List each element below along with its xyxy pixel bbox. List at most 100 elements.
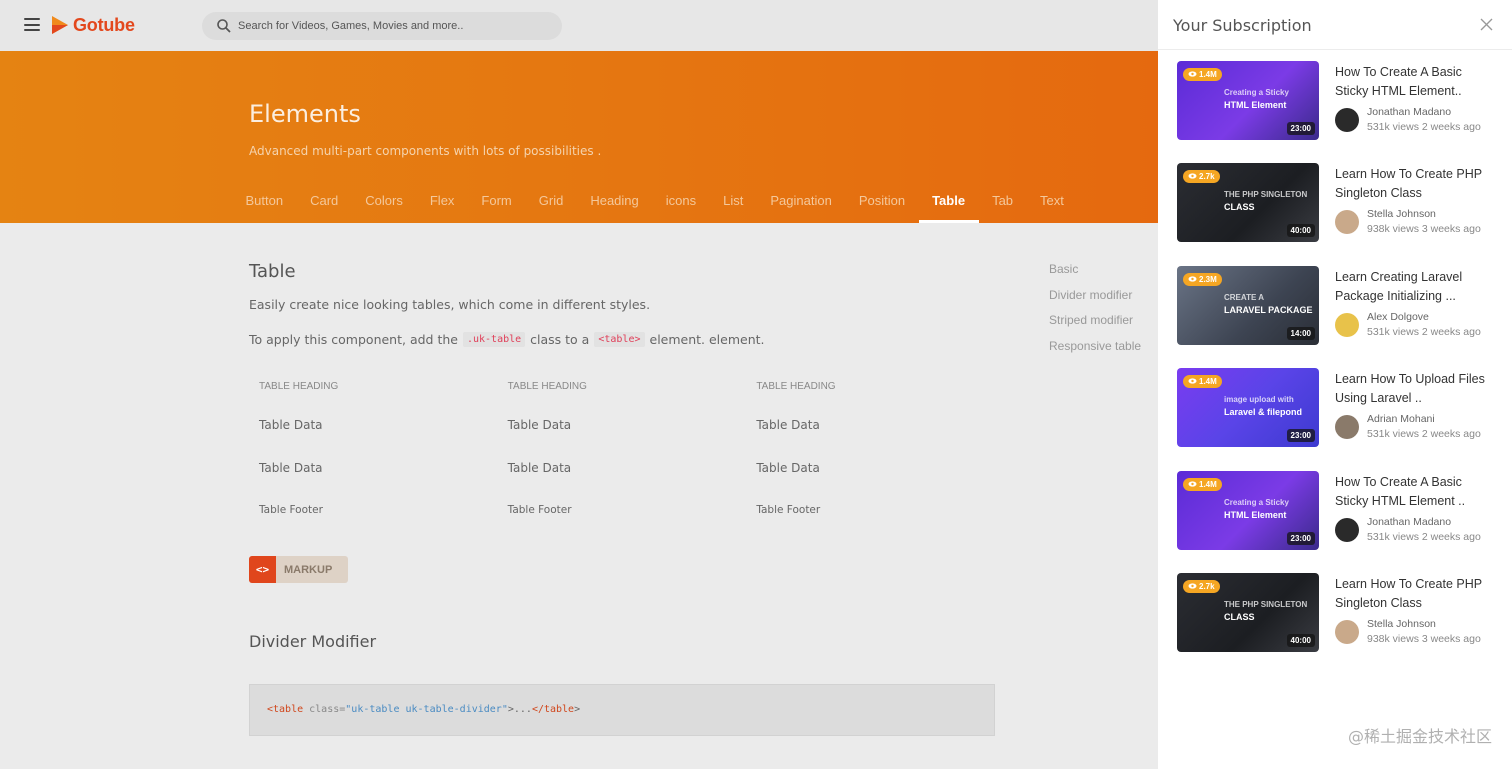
hero-banner: Elements Advanced multi-part components … (0, 51, 1158, 223)
video-thumbnail[interactable]: 2.7k THE PHP SINGLETON CLASS 40:00 (1177, 163, 1319, 243)
avatar[interactable] (1335, 108, 1359, 132)
close-icon[interactable] (1480, 18, 1493, 31)
table-footer-cell: Table Footer (259, 503, 323, 516)
table-footer-cell: Table Footer (756, 503, 821, 516)
tab-flex[interactable]: Flex (416, 185, 468, 223)
video-card[interactable]: 2.3M CREATE A LARAVEL PACKAGE 14:00 Learn Cr… (1177, 265, 1497, 346)
instruction-text: class to a (530, 332, 590, 347)
views-badge: 2.3M (1183, 272, 1222, 286)
views-badge: 2.7k (1183, 170, 1220, 184)
search-bar (202, 12, 562, 40)
author-name[interactable]: Alex Dolgove (1367, 311, 1429, 323)
author-name[interactable]: Stella Johnson (1367, 618, 1436, 630)
video-title[interactable]: How To Create A Basic Sticky HTML Elemen… (1335, 63, 1495, 101)
logo[interactable]: Gotube (50, 14, 135, 36)
video-author: Adrian Mohani 531k views 2 weeks ago (1335, 413, 1495, 447)
video-card[interactable]: 1.4M image upload with Laravel & filepond 2… (1177, 368, 1497, 448)
tab-tab[interactable]: Tab (979, 185, 1027, 223)
tab-text[interactable]: Text (1027, 185, 1078, 223)
brand-name: Gotube (73, 14, 135, 35)
video-card[interactable]: 2.7k THE PHP SINGLETON CLASS 40:00 Learn How… (1177, 163, 1497, 243)
toc-link[interactable]: Striped modifier (1049, 313, 1141, 339)
video-meta: 531k views 2 weeks ago (1367, 530, 1481, 543)
video-thumbnail[interactable]: 1.4M image upload with Laravel & filepond 2… (1177, 368, 1319, 448)
video-author: Alex Dolgove 531k views 2 weeks ago (1335, 311, 1495, 345)
thumbnail-caption: HTML Element (1224, 509, 1287, 520)
eye-icon (1188, 172, 1197, 181)
video-meta: 938k views 3 weeks ago (1367, 633, 1481, 645)
video-info: Learn How To Create PHP Singleton Class S… (1335, 165, 1495, 242)
duration-badge: 40:00 (1286, 224, 1315, 238)
panel-title: Your Subscription (1173, 16, 1312, 35)
section-title-divider: Divider Modifier (249, 632, 377, 651)
markup-label: MARKUP (284, 563, 333, 576)
video-info: Learn How To Create PHP Singleton Class S… (1335, 575, 1495, 652)
thumbnail-caption: CLASS (1224, 612, 1255, 622)
toc-link[interactable]: Divider modifier (1049, 288, 1141, 314)
avatar[interactable] (1335, 517, 1359, 542)
table-cell: Table Data (507, 417, 572, 432)
toc-link[interactable]: Responsive table (1049, 339, 1141, 365)
tab-table[interactable]: Table (918, 185, 979, 223)
code-icon: <> (249, 556, 276, 583)
duration-badge: 14:00 (1286, 326, 1315, 340)
hamburger-menu-icon[interactable] (24, 18, 40, 31)
tab-icons[interactable]: icons (652, 185, 709, 223)
video-info: How To Create A Basic Sticky HTML Elemen… (1335, 473, 1495, 550)
video-meta: 531k views 2 weeks ago (1367, 121, 1481, 133)
avatar[interactable] (1335, 312, 1359, 337)
video-thumbnail[interactable]: 2.7k THE PHP SINGLETON CLASS 40:00 (1177, 573, 1319, 652)
thumbnail-caption: CREATE A (1224, 292, 1264, 302)
eye-icon (1188, 275, 1197, 284)
author-name[interactable]: Jonathan Madano (1367, 516, 1451, 528)
views-badge: 1.4M (1183, 477, 1222, 491)
tab-list[interactable]: List (710, 185, 757, 223)
video-card[interactable]: 1.4M Creating a Sticky HTML Element 23:00 Ho… (1177, 61, 1497, 141)
section-instructions: To apply this component, add the .uk-tab… (249, 332, 765, 347)
tab-card[interactable]: Card (297, 185, 352, 223)
table-cell: Table Data (259, 460, 323, 475)
video-title[interactable]: Learn How To Create PHP Singleton Class (1335, 165, 1495, 203)
avatar[interactable] (1335, 415, 1359, 440)
video-thumbnail[interactable]: 1.4M Creating a Sticky HTML Element 23:00 (1177, 470, 1319, 550)
eye-icon (1188, 480, 1197, 489)
video-thumbnail[interactable]: 1.4M Creating a Sticky HTML Element 23:00 (1177, 61, 1319, 140)
markup-button[interactable]: <> MARKUP (249, 556, 348, 583)
section-title: Table (249, 261, 296, 282)
tab-form[interactable]: Form (468, 185, 525, 223)
table-cell: Table Data (756, 417, 820, 432)
video-card[interactable]: 1.4M Creating a Sticky HTML Element 23:00 Ho… (1177, 470, 1497, 551)
avatar[interactable] (1335, 210, 1359, 235)
video-title[interactable]: How To Create A Basic Sticky HTML Elemen… (1335, 473, 1495, 511)
toc-link[interactable]: Basic (1049, 262, 1141, 288)
video-title[interactable]: Learn How To Create PHP Singleton Class (1335, 575, 1495, 613)
watermark-text: @稀土掘金技术社区 (1347, 727, 1492, 746)
table-heading: TABLE HEADING (259, 380, 339, 392)
tab-heading[interactable]: Heading (577, 185, 652, 223)
search-icon[interactable] (216, 18, 232, 34)
video-meta: 531k views 2 weeks ago (1367, 325, 1481, 338)
video-title[interactable]: Learn Creating Laravel Package Initializ… (1335, 268, 1495, 306)
thumbnail-caption: Laravel & filepond (1224, 407, 1303, 418)
subscription-panel: Your Subscription 1.4M Creating a Sticky H… (1158, 0, 1512, 769)
tab-colors[interactable]: Colors (352, 185, 417, 223)
author-name[interactable]: Adrian Mohani (1367, 413, 1435, 425)
tab-grid[interactable]: Grid (525, 185, 577, 223)
avatar[interactable] (1335, 620, 1359, 644)
video-thumbnail[interactable]: 2.3M CREATE A LARAVEL PACKAGE 14:00 (1177, 265, 1319, 345)
video-card[interactable]: 2.7k THE PHP SINGLETON CLASS 40:00 Learn How… (1177, 573, 1497, 653)
video-title[interactable]: Learn How To Upload Files Using Laravel … (1335, 370, 1495, 408)
views-count: 1.4M (1199, 377, 1217, 387)
author-name[interactable]: Stella Johnson (1367, 208, 1436, 220)
search-input[interactable] (238, 12, 538, 40)
tab-position[interactable]: Position (845, 185, 918, 223)
tab-pagination[interactable]: Pagination (757, 185, 845, 223)
video-info: Learn Creating Laravel Package Initializ… (1335, 268, 1495, 345)
play-logo-icon (52, 16, 68, 34)
table-heading: TABLE HEADING (507, 380, 587, 392)
video-author: Jonathan Madano 531k views 2 weeks ago (1335, 106, 1495, 140)
tab-button[interactable]: Button (232, 185, 297, 223)
inline-code: <table> (594, 332, 645, 347)
author-name[interactable]: Jonathan Madano (1367, 106, 1451, 118)
eye-icon (1188, 377, 1197, 386)
